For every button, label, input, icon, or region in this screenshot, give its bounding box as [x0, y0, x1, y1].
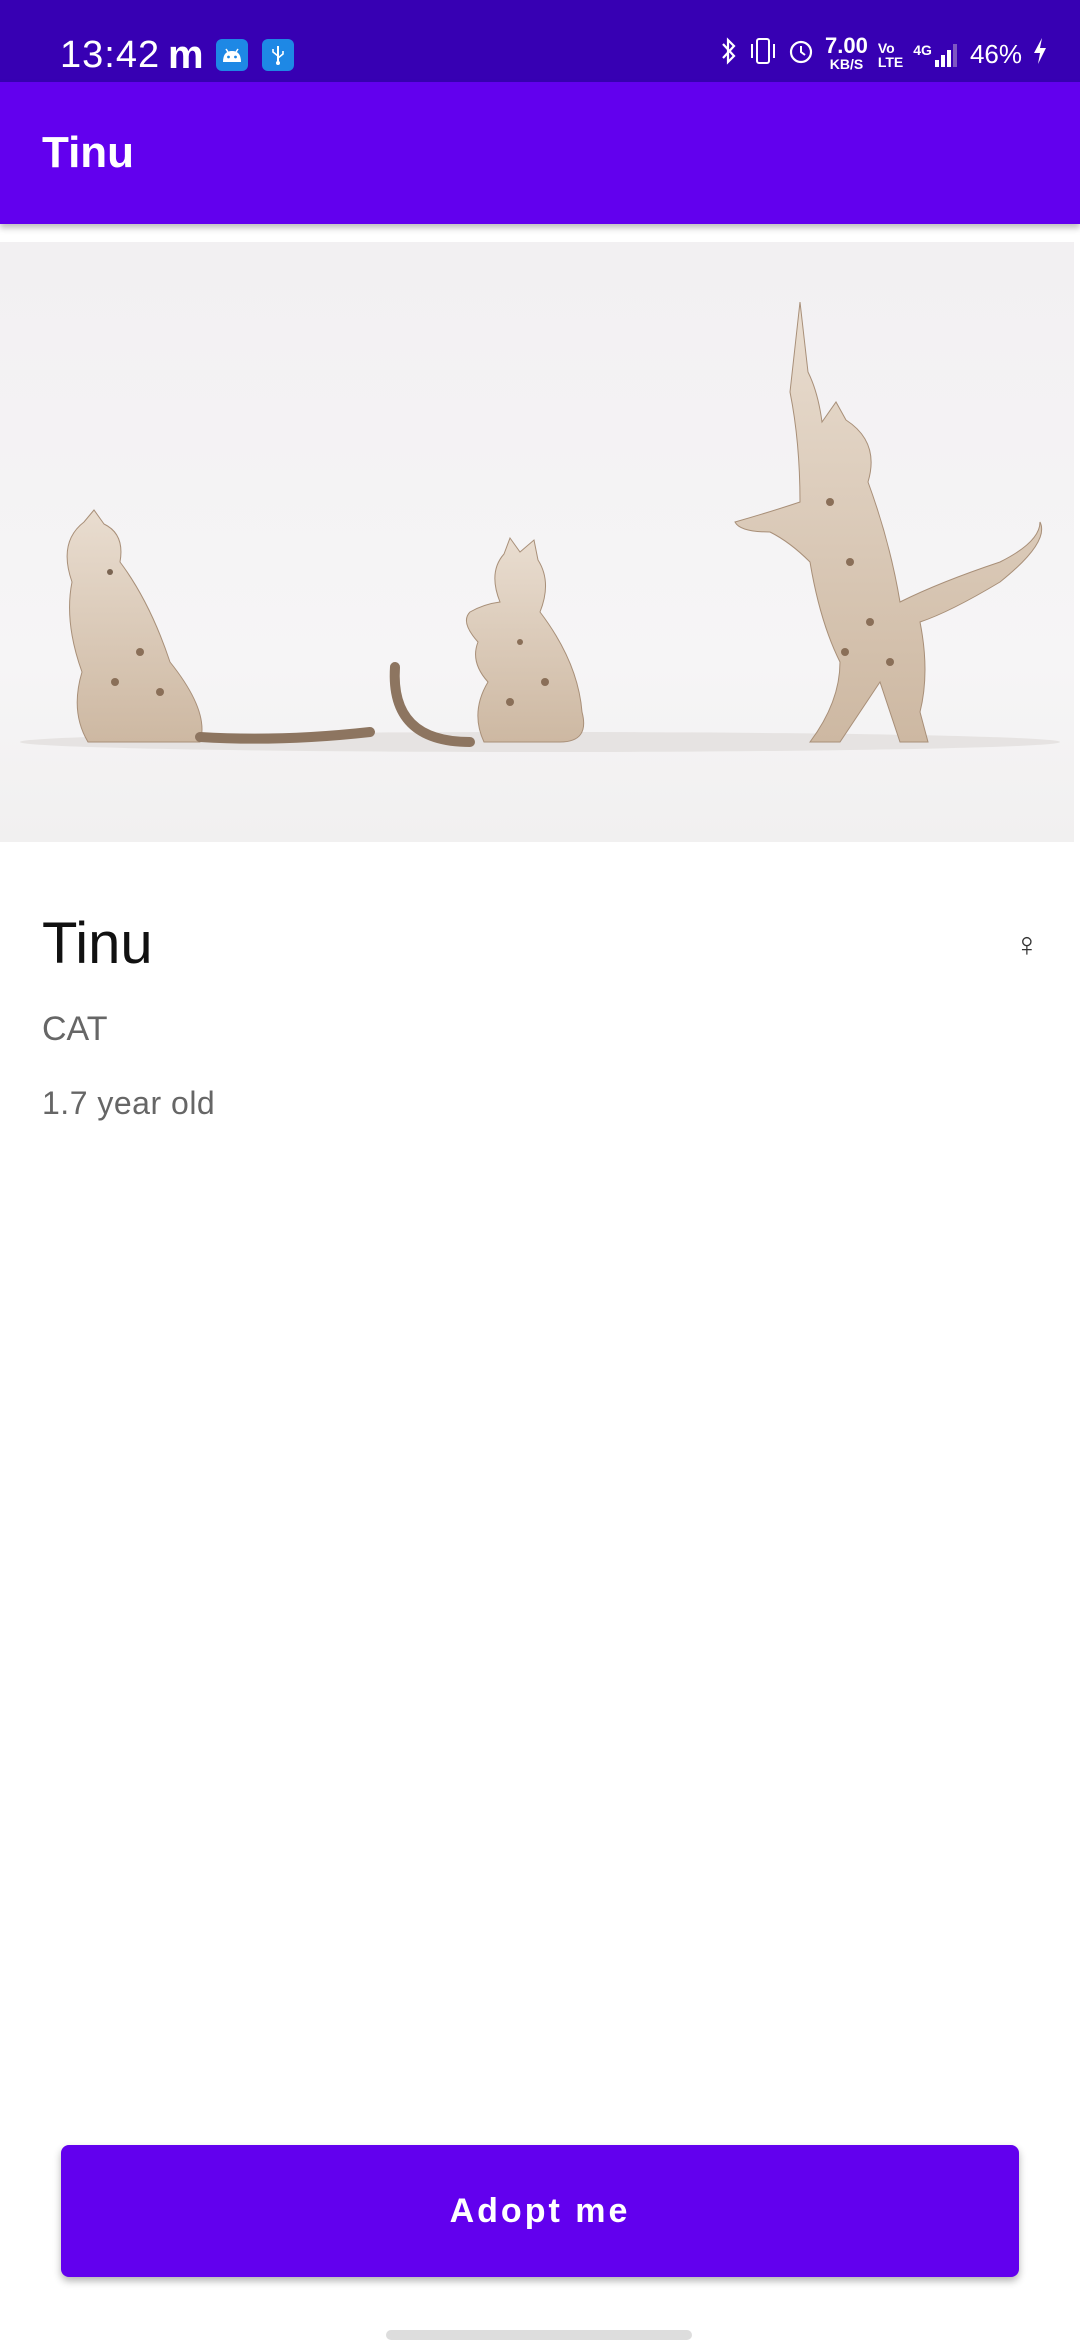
female-gender-icon: ♀ — [1014, 926, 1040, 964]
pet-type: CAT — [42, 1010, 108, 1048]
net-speed-value: 7.00 — [825, 32, 868, 58]
home-indicator[interactable] — [386, 2330, 692, 2340]
volte-top: Vo — [877, 39, 895, 56]
android-icon — [216, 39, 248, 71]
m-notification-icon: m — [168, 33, 204, 77]
bluetooth-icon — [719, 36, 739, 73]
signal-icon: 4G — [913, 42, 960, 68]
vibrate-icon — [749, 36, 777, 73]
usb-icon — [262, 39, 294, 71]
page-title: Tinu — [42, 128, 135, 177]
notification-icons: m — [168, 33, 294, 77]
cats-illustration — [20, 301, 1060, 752]
volte-indicator: Vo LTE — [878, 41, 903, 69]
pet-photo — [0, 242, 1074, 842]
net-speed-unit: KB/S — [829, 55, 864, 72]
alarm-icon — [787, 36, 815, 73]
cat-reaching — [734, 301, 1043, 743]
system-icons: 7.00 KB/S Vo LTE 4G 46% — [719, 32, 1048, 73]
battery-percent: 46% — [969, 39, 1022, 69]
pet-name: Tinu — [42, 911, 153, 976]
pet-age: 1.7 year old — [42, 1085, 216, 1121]
cat-sitting — [66, 509, 375, 744]
charging-icon — [1032, 36, 1048, 73]
status-bar: 13:42 m 7.00 KB/S Vo LTE 4G 46% — [0, 0, 1080, 82]
adopt-me-button[interactable]: Adopt me — [61, 2145, 1019, 2277]
app-bar: Tinu — [0, 82, 1080, 224]
network-type: 4G — [913, 41, 932, 58]
net-speed: 7.00 KB/S — [825, 32, 868, 73]
status-time: 13:42 — [60, 34, 161, 76]
volte-bottom: LTE — [877, 53, 904, 70]
cat-paw-raised — [389, 536, 585, 747]
